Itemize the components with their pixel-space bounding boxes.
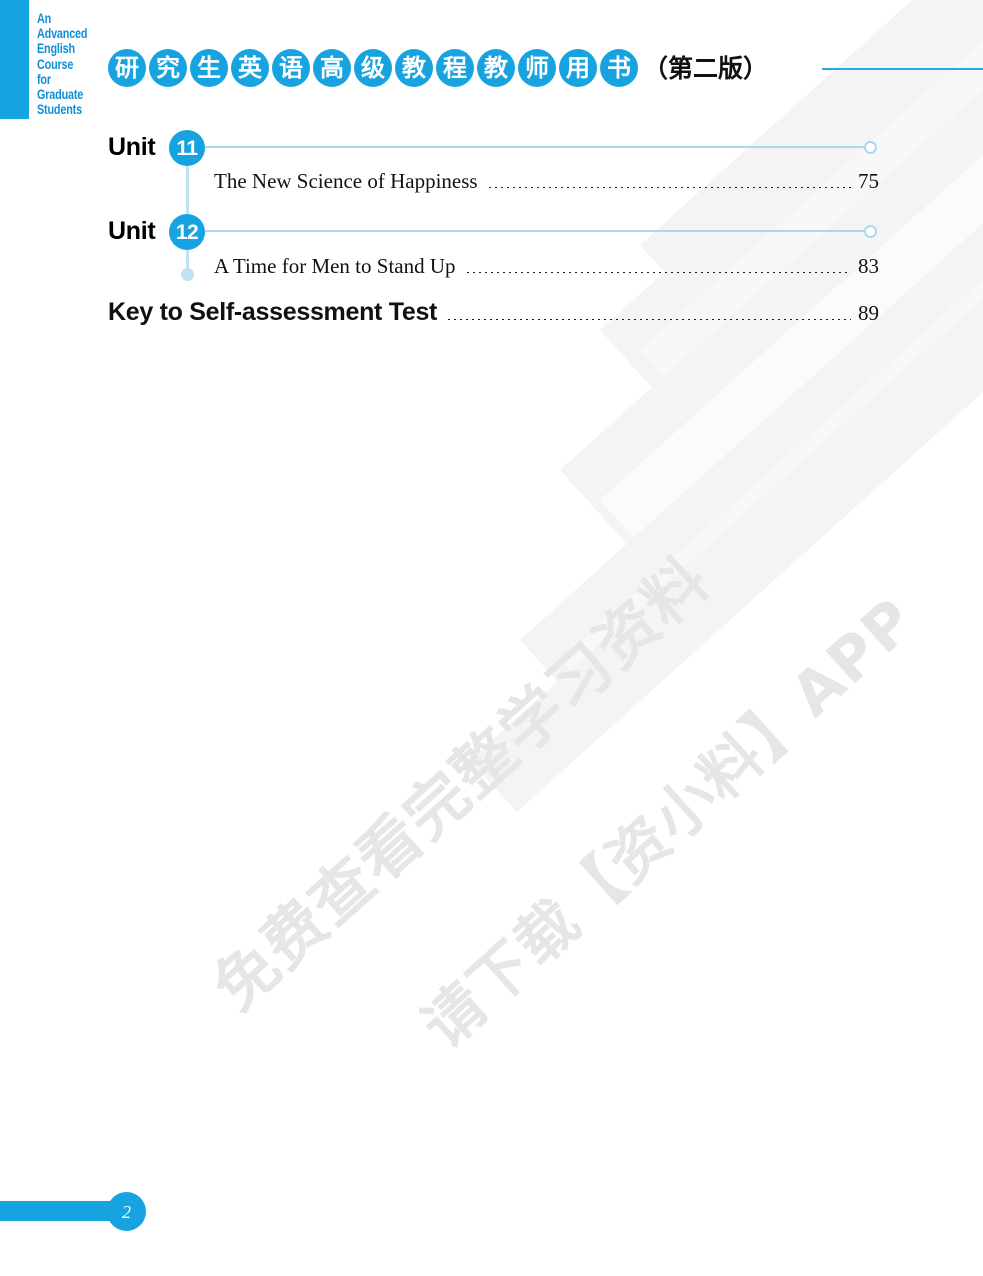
- table-of-contents: Unit 11 The New Science of Happiness 75 …: [0, 0, 983, 1276]
- toc-page-number-11: 75: [858, 169, 879, 193]
- page-root: 免费查看完整学习资料 请下载【资小料】APP An Advanced Engli…: [0, 0, 983, 1276]
- toc-page-number-key: 89: [858, 301, 879, 325]
- toc-entry-title-12: A Time for Men to Stand Up: [214, 254, 456, 278]
- toc-page-number-12: 83: [858, 254, 879, 278]
- toc-leader-11: [486, 187, 851, 188]
- toc-entry-key-to-self-assessment-test[interactable]: Key to Self-assessment Test 89: [108, 300, 879, 325]
- toc-spine-end-dot: [181, 268, 194, 281]
- unit-label-11: Unit: [108, 133, 156, 161]
- unit-endcap-12: [864, 225, 877, 238]
- unit-endcap-11: [864, 141, 877, 154]
- toc-entry-12[interactable]: A Time for Men to Stand Up 83: [214, 256, 879, 278]
- unit-badge-11: 11: [169, 130, 205, 166]
- unit-label-12: Unit: [108, 217, 156, 245]
- unit-badge-12: 12: [169, 214, 205, 250]
- toc-leader-key: [446, 319, 851, 320]
- unit-line-12: [205, 230, 865, 232]
- toc-entry-title-11: The New Science of Happiness: [214, 169, 478, 193]
- toc-entry-11[interactable]: The New Science of Happiness 75: [214, 171, 879, 193]
- footer-page-badge: 2: [107, 1192, 146, 1231]
- unit-line-11: [205, 146, 865, 148]
- toc-entry-title-key: Key to Self-assessment Test: [108, 298, 438, 326]
- toc-leader-12: [464, 272, 851, 273]
